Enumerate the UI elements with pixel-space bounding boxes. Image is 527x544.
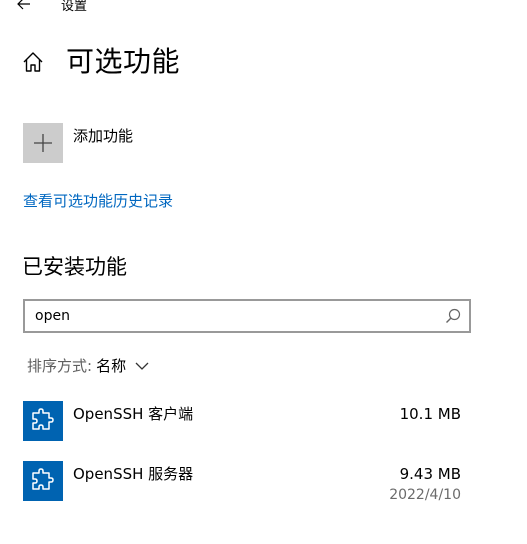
- back-button[interactable]: [10, 0, 38, 14]
- feature-install-date: 2022/4/10: [389, 487, 461, 503]
- puzzle-piece-icon: [23, 461, 63, 501]
- home-icon[interactable]: [22, 51, 44, 73]
- sort-dropdown[interactable]: 排序方式: 名称: [27, 356, 149, 376]
- back-arrow-icon: [17, 0, 30, 10]
- plus-icon: [34, 134, 52, 152]
- installed-features-heading: 已安装功能: [22, 255, 127, 279]
- add-feature-button[interactable]: 添加功能: [23, 123, 223, 163]
- window-title: 设置: [61, 0, 88, 14]
- add-feature-label: 添加功能: [73, 127, 134, 145]
- feature-size: 9.43 MB: [399, 465, 461, 483]
- puzzle-piece-icon: [23, 401, 63, 441]
- sort-label: 排序方式:: [27, 357, 93, 375]
- chevron-down-icon: [135, 362, 149, 371]
- feature-item[interactable]: OpenSSH 服务器 9.43 MB 2022/4/10: [23, 461, 463, 509]
- feature-size: 10.1 MB: [399, 405, 461, 423]
- add-feature-tile: [23, 123, 63, 163]
- feature-name: OpenSSH 服务器: [73, 465, 194, 483]
- search-input[interactable]: [25, 303, 443, 329]
- feature-name: OpenSSH 客户端: [73, 405, 194, 423]
- search-icon[interactable]: [443, 306, 463, 326]
- sort-value: 名称: [96, 357, 127, 375]
- feature-item[interactable]: OpenSSH 客户端 10.1 MB: [23, 401, 463, 449]
- search-box: [23, 299, 471, 333]
- history-link[interactable]: 查看可选功能历史记录: [23, 191, 173, 211]
- page-title: 可选功能: [66, 45, 181, 78]
